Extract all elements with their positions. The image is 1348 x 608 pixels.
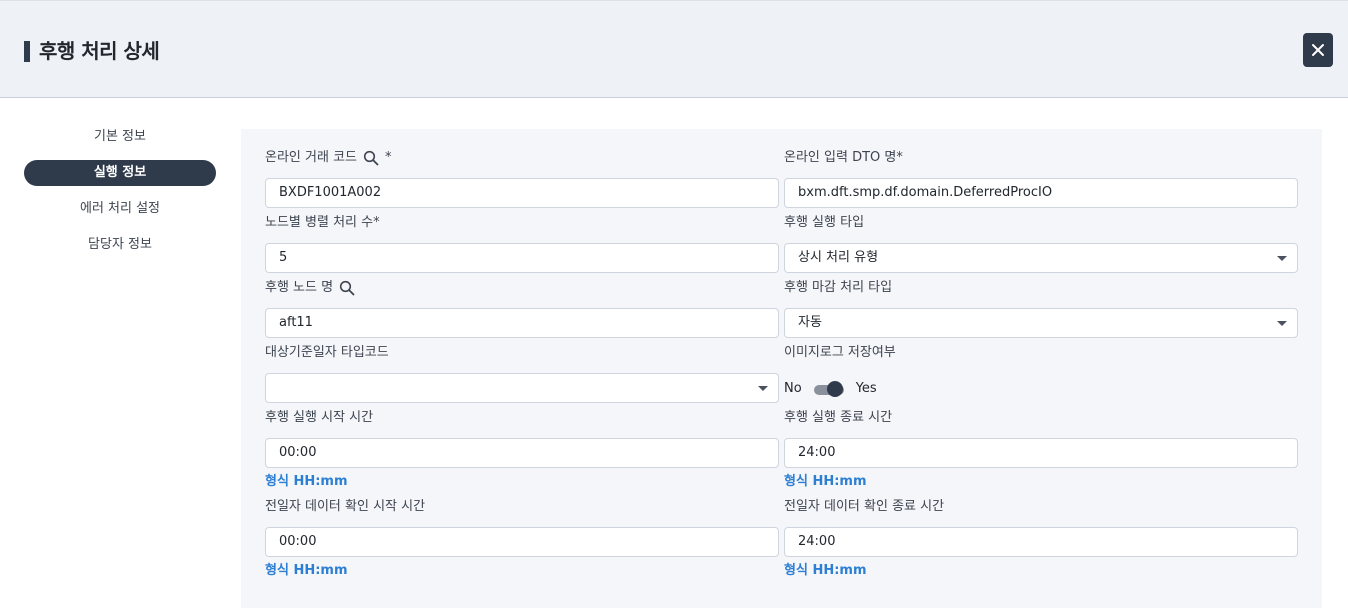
section-nav: 기본 정보 실행 정보 에러 처리 설정 담당자 정보 bbox=[24, 124, 216, 268]
online-tx-code-label: 온라인 거래 코드 bbox=[265, 150, 357, 165]
exec-start-input[interactable]: 00:00 bbox=[265, 438, 779, 468]
prev-end-input[interactable]: 24:00 bbox=[784, 527, 1298, 557]
title-accent-bar bbox=[24, 41, 30, 62]
chevron-down-icon bbox=[758, 386, 768, 391]
prev-end-field: 전일자 데이터 확인 종료 시간 24:00 형식 HH:mm bbox=[784, 498, 1298, 580]
prev-start-hint: 형식 HH:mm bbox=[265, 563, 348, 578]
required-mark: * bbox=[385, 150, 392, 165]
image-log-toggle[interactable] bbox=[813, 381, 844, 397]
exec-end-label: 후행 실행 종료 시간 bbox=[784, 410, 893, 425]
online-input-dto-label: 온라인 입력 DTO 명* bbox=[784, 150, 903, 165]
online-tx-code-input[interactable]: BXDF1001A002 bbox=[265, 178, 779, 208]
parallel-count-label: 노드별 병렬 처리 수* bbox=[265, 215, 380, 230]
close-button[interactable] bbox=[1303, 33, 1333, 67]
prev-start-field: 전일자 데이터 확인 시작 시간 00:00 형식 HH:mm bbox=[265, 498, 779, 580]
exec-end-hint: 형식 HH:mm bbox=[784, 474, 867, 489]
search-icon[interactable] bbox=[339, 280, 355, 296]
base-date-type-select[interactable] bbox=[265, 373, 779, 403]
chevron-down-icon bbox=[1277, 321, 1287, 326]
search-icon[interactable] bbox=[363, 150, 379, 166]
nav-item-execution-info[interactable]: 실행 정보 bbox=[24, 160, 216, 186]
exec-start-label: 후행 실행 시작 시간 bbox=[265, 410, 374, 425]
close-type-label: 후행 마감 처리 타입 bbox=[784, 280, 893, 295]
exec-end-input[interactable]: 24:00 bbox=[784, 438, 1298, 468]
form-panel: 온라인 거래 코드 * BXDF1001A002 온라인 입력 DTO 명* b… bbox=[241, 129, 1322, 608]
exec-type-label: 후행 실행 타입 bbox=[784, 215, 865, 230]
node-name-field: 후행 노드 명 aft11 bbox=[265, 279, 779, 338]
exec-start-hint: 형식 HH:mm bbox=[265, 474, 348, 489]
exec-type-field: 후행 실행 타입 상시 처리 유형 bbox=[784, 214, 1298, 273]
online-input-dto-field: 온라인 입력 DTO 명* bxm.dft.smp.df.domain.Defe… bbox=[784, 149, 1298, 208]
close-type-field: 후행 마감 처리 타입 자동 bbox=[784, 279, 1298, 338]
image-log-label: 이미지로그 저장여부 bbox=[784, 345, 896, 360]
prev-end-hint: 형식 HH:mm bbox=[784, 563, 867, 578]
online-input-dto-input[interactable]: bxm.dft.smp.df.domain.DeferredProcIO bbox=[784, 178, 1298, 208]
online-tx-code-field: 온라인 거래 코드 * BXDF1001A002 bbox=[265, 149, 779, 208]
page-title: 후행 처리 상세 bbox=[39, 39, 160, 63]
parallel-count-field: 노드별 병렬 처리 수* 5 bbox=[265, 214, 779, 273]
toggle-on-label: Yes bbox=[855, 380, 877, 396]
close-type-select[interactable]: 자동 bbox=[784, 308, 1298, 338]
exec-end-field: 후행 실행 종료 시간 24:00 형식 HH:mm bbox=[784, 409, 1298, 491]
prev-start-label: 전일자 데이터 확인 시작 시간 bbox=[265, 499, 426, 514]
parallel-count-input[interactable]: 5 bbox=[265, 243, 779, 273]
exec-type-select[interactable]: 상시 처리 유형 bbox=[784, 243, 1298, 273]
close-icon bbox=[1311, 43, 1325, 57]
node-name-label: 후행 노드 명 bbox=[265, 280, 334, 295]
prev-end-label: 전일자 데이터 확인 종료 시간 bbox=[784, 499, 945, 514]
base-date-type-field: 대상기준일자 타입코드 bbox=[265, 344, 779, 403]
toggle-off-label: No bbox=[784, 380, 802, 396]
page-header: 후행 처리 상세 bbox=[0, 0, 1348, 98]
base-date-type-label: 대상기준일자 타입코드 bbox=[265, 345, 389, 360]
exec-start-field: 후행 실행 시작 시간 00:00 형식 HH:mm bbox=[265, 409, 779, 491]
toggle-knob bbox=[826, 381, 843, 397]
node-name-input[interactable]: aft11 bbox=[265, 308, 779, 338]
nav-item-error-settings[interactable]: 에러 처리 설정 bbox=[24, 196, 216, 222]
prev-start-input[interactable]: 00:00 bbox=[265, 527, 779, 557]
chevron-down-icon bbox=[1277, 256, 1287, 261]
close-type-value: 자동 bbox=[798, 315, 822, 330]
image-log-field: 이미지로그 저장여부 No Yes bbox=[784, 344, 1298, 403]
exec-type-value: 상시 처리 유형 bbox=[798, 250, 879, 265]
nav-item-manager-info[interactable]: 담당자 정보 bbox=[24, 232, 216, 258]
nav-item-basic-info[interactable]: 기본 정보 bbox=[24, 124, 216, 150]
